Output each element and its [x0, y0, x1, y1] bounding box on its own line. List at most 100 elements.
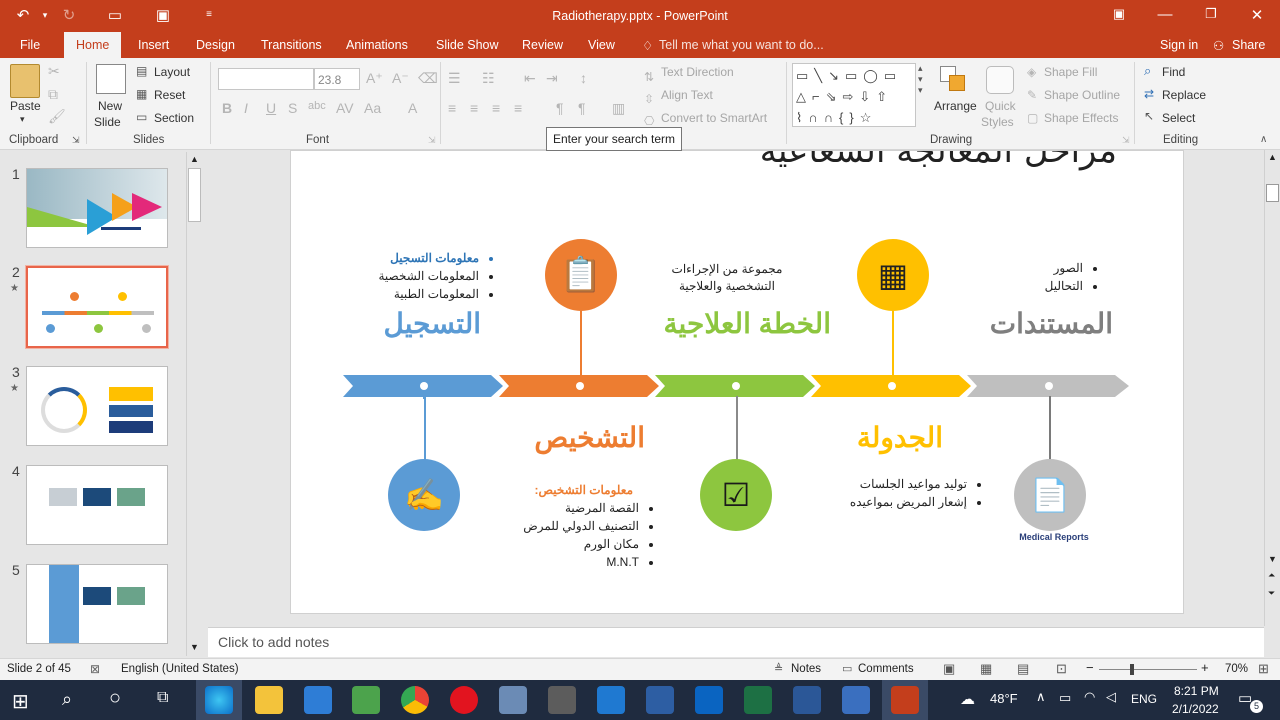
- restore-icon[interactable]: ❐: [1200, 6, 1222, 22]
- slide-canvas[interactable]: مراحل المعالجة الشعاعية 📋 ▦ ✍ ☑ 📄 Medica…: [290, 150, 1184, 614]
- tab-animations[interactable]: Animations: [346, 38, 408, 52]
- language-label[interactable]: English (United States): [121, 663, 239, 675]
- notes-toggle[interactable]: Notes: [791, 663, 821, 675]
- arrange-button[interactable]: Arrange: [934, 99, 977, 113]
- store-icon[interactable]: [304, 686, 332, 714]
- font-color-icon[interactable]: A: [408, 100, 417, 116]
- tab-file[interactable]: File: [20, 38, 40, 52]
- shape-fill-button[interactable]: Shape Fill: [1044, 65, 1097, 79]
- char-spacing-icon[interactable]: AV: [336, 100, 354, 116]
- change-case-icon[interactable]: Aa: [364, 100, 381, 116]
- heading-treatment-plan[interactable]: الخطة العلاجية: [621, 307, 831, 340]
- task-view-icon[interactable]: ⧉: [157, 689, 168, 707]
- shape-effects-button[interactable]: Shape Effects: [1044, 111, 1119, 125]
- new-slide-label2[interactable]: Slide: [94, 115, 121, 129]
- italic-icon[interactable]: I: [244, 100, 248, 116]
- scroll-down-icon[interactable]: ▼: [1268, 554, 1277, 564]
- minimize-icon[interactable]: —: [1154, 6, 1176, 23]
- heading-documents[interactable]: المستندات: [951, 307, 1113, 340]
- slide-thumbnail-4[interactable]: [26, 465, 168, 545]
- scheduling-list[interactable]: توليد مواعيد الجلسات إشعار المريض بمواعي…: [831, 475, 987, 511]
- line-spacing-icon[interactable]: ↕: [580, 70, 587, 86]
- zoom-level[interactable]: 70%: [1225, 663, 1248, 675]
- increase-indent-icon[interactable]: ⇥: [546, 70, 558, 87]
- volume-icon[interactable]: ◁: [1106, 689, 1116, 705]
- heading-scheduling[interactable]: الجدولة: [821, 421, 943, 454]
- quick-styles-label[interactable]: Quick: [985, 99, 1016, 113]
- font-launcher-icon[interactable]: ⇲: [428, 135, 436, 146]
- slide-sorter-icon[interactable]: ▦: [980, 661, 992, 677]
- align-right-icon[interactable]: ≡: [492, 100, 500, 116]
- convert-smartart-button[interactable]: Convert to SmartArt: [661, 111, 767, 125]
- slide-thumbnail-2[interactable]: [25, 265, 169, 349]
- slide-thumbnail-1[interactable]: [26, 168, 168, 248]
- notes-pane[interactable]: Click to add notes: [208, 627, 1264, 657]
- vscode-icon[interactable]: [597, 686, 625, 714]
- notepad-icon[interactable]: [352, 686, 380, 714]
- font-size-box[interactable]: 23.8: [314, 68, 360, 90]
- underline-icon[interactable]: U: [266, 100, 276, 116]
- wifi-icon[interactable]: ◠: [1084, 689, 1095, 705]
- word-icon[interactable]: [793, 686, 821, 714]
- quick-styles-icon[interactable]: [986, 66, 1014, 94]
- zoom-out-icon[interactable]: −: [1086, 660, 1094, 675]
- registration-list[interactable]: معلومات التسجيل المعلومات الشخصية المعلو…: [331, 249, 499, 303]
- close-icon[interactable]: ✕: [1246, 6, 1268, 24]
- bullets-icon[interactable]: ☰: [448, 70, 461, 87]
- scroll-up-icon[interactable]: ▲: [1268, 152, 1277, 162]
- remote-desktop-icon[interactable]: [499, 686, 527, 714]
- next-slide-icon[interactable]: ⏷: [1268, 588, 1275, 599]
- svu-icon[interactable]: [842, 686, 870, 714]
- search-icon[interactable]: ⌕: [62, 689, 72, 710]
- scroll-up-icon[interactable]: ▲: [190, 154, 199, 164]
- visual-studio-icon[interactable]: [646, 686, 674, 714]
- tab-home[interactable]: Home: [64, 32, 122, 58]
- normal-view-icon[interactable]: ▣: [943, 661, 955, 677]
- tab-insert[interactable]: Insert: [138, 38, 169, 52]
- editor-scrollbar[interactable]: ▲ ▼ ⏶ ⏷: [1264, 150, 1280, 626]
- diagnosis-subtitle[interactable]: معلومات التشخيص:: [501, 483, 633, 497]
- find-button[interactable]: Find: [1162, 65, 1185, 79]
- columns-icon[interactable]: ▥: [612, 100, 625, 117]
- copy-icon[interactable]: ⧉: [48, 86, 58, 103]
- decrease-font-icon[interactable]: A⁻: [392, 70, 409, 87]
- edge-icon[interactable]: [205, 686, 233, 714]
- shapes-gallery[interactable]: ▭╲↘▭◯▭ △⌐⇘⇨⇩⇧ ⌇∩∩{}☆: [792, 63, 916, 127]
- tab-design[interactable]: Design: [196, 38, 235, 52]
- shape-outline-button[interactable]: Shape Outline: [1044, 88, 1120, 102]
- excel-icon[interactable]: [744, 686, 772, 714]
- align-left-icon[interactable]: ≡: [448, 100, 456, 116]
- battery-icon[interactable]: ▭: [1059, 690, 1071, 706]
- zoom-slider-thumb[interactable]: [1130, 664, 1134, 675]
- paste-dropdown-icon[interactable]: ▾: [20, 114, 25, 125]
- tab-review[interactable]: Review: [522, 38, 563, 52]
- clear-format-icon[interactable]: ⌫: [418, 70, 438, 87]
- cut-icon[interactable]: ✂: [48, 63, 60, 80]
- gallery-scroll-icon[interactable]: ▴ ▾ ▾: [918, 63, 923, 96]
- zoom-in-icon[interactable]: +: [1201, 660, 1209, 675]
- collapse-ribbon-icon[interactable]: ∧: [1260, 134, 1267, 145]
- shadow-icon[interactable]: S: [288, 100, 297, 116]
- reading-view-icon[interactable]: ▤: [1017, 661, 1029, 677]
- cortana-icon[interactable]: ○: [109, 687, 121, 710]
- heading-diagnosis[interactable]: التشخيص: [491, 421, 645, 454]
- file-explorer-icon[interactable]: [255, 686, 283, 714]
- ltr-icon[interactable]: ¶: [578, 100, 586, 116]
- share-button[interactable]: Share: [1232, 38, 1265, 52]
- reset-button[interactable]: Reset: [154, 88, 185, 102]
- drawing-launcher-icon[interactable]: ⇲: [1122, 135, 1130, 146]
- strikethrough-icon[interactable]: abc: [308, 100, 326, 112]
- notes-placeholder[interactable]: Click to add notes: [218, 634, 329, 650]
- comments-toggle[interactable]: Comments: [858, 663, 914, 675]
- decrease-indent-icon[interactable]: ⇤: [524, 70, 536, 87]
- outlook-icon[interactable]: [695, 686, 723, 714]
- new-slide-icon[interactable]: [96, 64, 126, 94]
- paste-icon[interactable]: [10, 64, 40, 98]
- fit-slide-icon[interactable]: ⊞: [1258, 661, 1269, 677]
- documents-list[interactable]: الصور التحاليل: [1011, 259, 1103, 295]
- weather-icon[interactable]: ☁: [960, 690, 975, 708]
- replace-button[interactable]: Replace: [1162, 88, 1206, 102]
- zoom-slider[interactable]: [1099, 669, 1197, 670]
- paste-button[interactable]: Paste: [10, 99, 41, 113]
- sign-in-link[interactable]: Sign in: [1160, 38, 1198, 52]
